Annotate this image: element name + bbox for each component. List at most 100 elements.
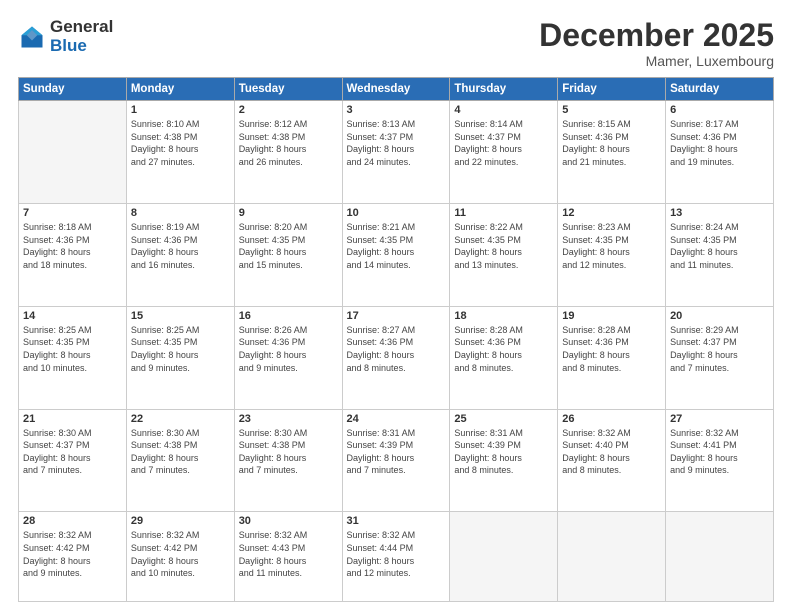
day-info: Sunrise: 8:28 AMSunset: 4:36 PMDaylight:… [454,324,553,374]
day-info: Sunrise: 8:10 AMSunset: 4:38 PMDaylight:… [131,118,230,168]
day-number: 26 [562,413,661,425]
logo-general: General [50,18,113,37]
calendar-cell [450,512,558,602]
calendar-cell: 28 Sunrise: 8:32 AMSunset: 4:42 PMDayligh… [19,512,127,602]
day-info: Sunrise: 8:29 AMSunset: 4:37 PMDaylight:… [670,324,769,374]
calendar-cell: 15 Sunrise: 8:25 AMSunset: 4:35 PMDayligh… [126,306,234,409]
day-info: Sunrise: 8:15 AMSunset: 4:36 PMDaylight:… [562,118,661,168]
calendar-cell: 9Sunrise: 8:20 AMSunset: 4:35 PMDaylight… [234,204,342,307]
day-info: Sunrise: 8:22 AMSunset: 4:35 PMDaylight:… [454,221,553,271]
logo-icon [18,23,46,51]
calendar-cell: 24 Sunrise: 8:31 AMSunset: 4:39 PMDayligh… [342,409,450,512]
day-number: 19 [562,310,661,322]
day-number: 14 [23,310,122,322]
day-number: 20 [670,310,769,322]
calendar-cell: 29Sunrise: 8:32 AMSunset: 4:42 PMDayligh… [126,512,234,602]
calendar-cell: 3 Sunrise: 8:13 AMSunset: 4:37 PMDaylight… [342,101,450,204]
day-info: Sunrise: 8:31 AMSunset: 4:39 PMDaylight:… [454,427,553,477]
day-number: 12 [562,207,661,219]
day-number: 30 [239,515,338,527]
header-wednesday: Wednesday [342,78,450,101]
day-number: 24 [347,413,446,425]
day-info: Sunrise: 8:32 AMSunset: 4:41 PMDaylight:… [670,427,769,477]
day-number: 16 [239,310,338,322]
header-thursday: Thursday [450,78,558,101]
calendar-cell: 16Sunrise: 8:26 AMSunset: 4:36 PMDayligh… [234,306,342,409]
day-number: 31 [347,515,446,527]
logo-blue: Blue [50,37,113,56]
calendar-cell: 11 Sunrise: 8:22 AMSunset: 4:35 PMDayligh… [450,204,558,307]
calendar-cell: 25Sunrise: 8:31 AMSunset: 4:39 PMDayligh… [450,409,558,512]
calendar-cell: 21 Sunrise: 8:30 AMSunset: 4:37 PMDayligh… [19,409,127,512]
page: General Blue December 2025 Mamer, Luxemb… [0,0,792,612]
calendar-cell: 22Sunrise: 8:30 AMSunset: 4:38 PMDayligh… [126,409,234,512]
calendar-cell: 17Sunrise: 8:27 AMSunset: 4:36 PMDayligh… [342,306,450,409]
day-info: Sunrise: 8:25 AMSunset: 4:35 PMDaylight:… [131,324,230,374]
month-title: December 2025 [539,18,774,53]
day-number: 6 [670,104,769,116]
calendar-cell: 5 Sunrise: 8:15 AMSunset: 4:36 PMDaylight… [558,101,666,204]
calendar-cell: 14 Sunrise: 8:25 AMSunset: 4:35 PMDayligh… [19,306,127,409]
day-number: 27 [670,413,769,425]
calendar-cell: 26 Sunrise: 8:32 AMSunset: 4:40 PMDayligh… [558,409,666,512]
day-info: Sunrise: 8:32 AMSunset: 4:43 PMDaylight:… [239,529,338,579]
day-number: 8 [131,207,230,219]
day-info: Sunrise: 8:30 AMSunset: 4:37 PMDaylight:… [23,427,122,477]
calendar-cell [19,101,127,204]
calendar-cell: 7 Sunrise: 8:18 AMSunset: 4:36 PMDaylight… [19,204,127,307]
week-row-2: 7 Sunrise: 8:18 AMSunset: 4:36 PMDaylight… [19,204,774,307]
calendar-cell: 27 Sunrise: 8:32 AMSunset: 4:41 PMDayligh… [666,409,774,512]
day-info: Sunrise: 8:25 AMSunset: 4:35 PMDaylight:… [23,324,122,374]
day-number: 23 [239,413,338,425]
calendar-cell: 12 Sunrise: 8:23 AMSunset: 4:35 PMDayligh… [558,204,666,307]
day-number: 2 [239,104,338,116]
calendar-cell: 31Sunrise: 8:32 AMSunset: 4:44 PMDayligh… [342,512,450,602]
header-friday: Friday [558,78,666,101]
day-info: Sunrise: 8:12 AMSunset: 4:38 PMDaylight:… [239,118,338,168]
day-number: 11 [454,207,553,219]
header-sunday: Sunday [19,78,127,101]
day-number: 4 [454,104,553,116]
calendar-cell: 10Sunrise: 8:21 AMSunset: 4:35 PMDayligh… [342,204,450,307]
day-info: Sunrise: 8:31 AMSunset: 4:39 PMDaylight:… [347,427,446,477]
calendar-cell: 20 Sunrise: 8:29 AMSunset: 4:37 PMDayligh… [666,306,774,409]
calendar-cell: 13Sunrise: 8:24 AMSunset: 4:35 PMDayligh… [666,204,774,307]
calendar-cell [558,512,666,602]
day-number: 5 [562,104,661,116]
logo-text: General Blue [50,18,113,55]
day-info: Sunrise: 8:32 AMSunset: 4:40 PMDaylight:… [562,427,661,477]
day-number: 7 [23,207,122,219]
calendar: Sunday Monday Tuesday Wednesday Thursday… [18,77,774,602]
calendar-cell: 18 Sunrise: 8:28 AMSunset: 4:36 PMDayligh… [450,306,558,409]
calendar-cell [666,512,774,602]
calendar-cell: 30 Sunrise: 8:32 AMSunset: 4:43 PMDayligh… [234,512,342,602]
calendar-cell: 2 Sunrise: 8:12 AMSunset: 4:38 PMDaylight… [234,101,342,204]
location: Mamer, Luxembourg [539,53,774,69]
calendar-cell: 19Sunrise: 8:28 AMSunset: 4:36 PMDayligh… [558,306,666,409]
day-number: 18 [454,310,553,322]
day-info: Sunrise: 8:13 AMSunset: 4:37 PMDaylight:… [347,118,446,168]
day-info: Sunrise: 8:23 AMSunset: 4:35 PMDaylight:… [562,221,661,271]
day-info: Sunrise: 8:18 AMSunset: 4:36 PMDaylight:… [23,221,122,271]
day-number: 3 [347,104,446,116]
header-saturday: Saturday [666,78,774,101]
day-number: 21 [23,413,122,425]
day-info: Sunrise: 8:14 AMSunset: 4:37 PMDaylight:… [454,118,553,168]
header-monday: Monday [126,78,234,101]
calendar-cell: 4 Sunrise: 8:14 AMSunset: 4:37 PMDaylight… [450,101,558,204]
day-number: 17 [347,310,446,322]
week-row-4: 21 Sunrise: 8:30 AMSunset: 4:37 PMDayligh… [19,409,774,512]
day-info: Sunrise: 8:24 AMSunset: 4:35 PMDaylight:… [670,221,769,271]
day-info: Sunrise: 8:32 AMSunset: 4:42 PMDaylight:… [23,529,122,579]
title-block: December 2025 Mamer, Luxembourg [539,18,774,69]
day-number: 28 [23,515,122,527]
day-number: 22 [131,413,230,425]
day-info: Sunrise: 8:21 AMSunset: 4:35 PMDaylight:… [347,221,446,271]
day-info: Sunrise: 8:20 AMSunset: 4:35 PMDaylight:… [239,221,338,271]
day-info: Sunrise: 8:30 AMSunset: 4:38 PMDaylight:… [239,427,338,477]
day-number: 15 [131,310,230,322]
day-info: Sunrise: 8:19 AMSunset: 4:36 PMDaylight:… [131,221,230,271]
calendar-cell: 8 Sunrise: 8:19 AMSunset: 4:36 PMDaylight… [126,204,234,307]
calendar-cell: 1Sunrise: 8:10 AMSunset: 4:38 PMDaylight… [126,101,234,204]
calendar-cell: 6Sunrise: 8:17 AMSunset: 4:36 PMDaylight… [666,101,774,204]
